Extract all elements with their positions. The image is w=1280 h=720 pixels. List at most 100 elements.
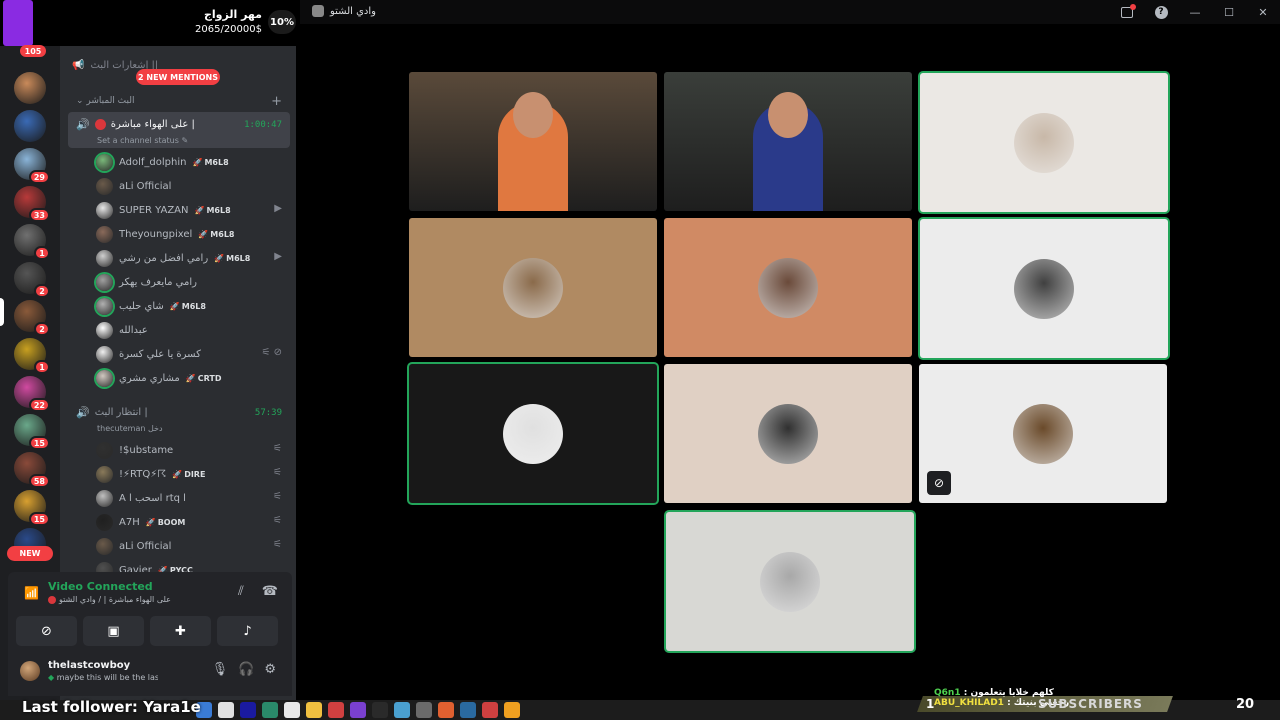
set-channel-status[interactable]: Set a channel status ✎	[97, 136, 188, 145]
voice-user[interactable]: Theyoungpixel 🚀 M6L8	[96, 224, 235, 244]
voice-user[interactable]: !⚡RTQ⚡☈ 🚀 DIRE	[96, 464, 205, 484]
avatar	[1014, 258, 1074, 319]
taskbar-terminal-icon[interactable]	[394, 702, 410, 718]
voice-user-name: Adolf_dolphin	[119, 156, 187, 168]
avatar[interactable]	[20, 661, 40, 681]
role-tag-text: BOOM	[157, 517, 186, 527]
user-controls: 🎙 🎧 ⚙	[212, 662, 276, 677]
taskbar-folder-icon[interactable]	[306, 702, 322, 718]
video-tile-avatar[interactable]	[409, 218, 657, 357]
activities-button[interactable]: ✚	[150, 616, 211, 646]
video-tile-camera[interactable]	[664, 72, 912, 211]
new-unread-pill[interactable]: NEW	[7, 546, 53, 561]
taskbar-app2-icon[interactable]	[460, 702, 476, 718]
server-icon-3[interactable]: 33	[14, 186, 50, 222]
voice-user[interactable]: مشاري مشري 🚀 CRTD	[96, 368, 222, 388]
server-icon-6[interactable]: 2	[14, 300, 50, 336]
role-tag: 🚀 M6L8	[214, 254, 250, 263]
server-icon-10[interactable]: 58	[14, 452, 50, 488]
new-mentions-pill[interactable]: 2 NEW MENTIONS	[136, 69, 220, 85]
taskbar-chrome-icon[interactable]	[284, 702, 300, 718]
voice-user-name: aLi Official	[119, 180, 172, 192]
video-tile-avatar[interactable]	[666, 512, 914, 651]
voice-user[interactable]: عبدالله	[96, 320, 148, 340]
voice-user[interactable]: Adolf_dolphin 🚀 M6L8	[96, 152, 229, 172]
role-icon: 🚀	[145, 517, 156, 527]
server-icon-11[interactable]: 15	[14, 490, 50, 526]
disconnect-icon[interactable]: ☎	[262, 584, 278, 599]
category-header[interactable]: ⌄ البث المباشر	[76, 96, 134, 106]
server-icon-4[interactable]: 1	[14, 224, 50, 260]
headphones-icon[interactable]: 🎧	[238, 662, 254, 677]
add-channel-button[interactable]: +	[271, 94, 282, 109]
taskbar-steam-icon[interactable]	[372, 702, 388, 718]
taskbar-brave-icon[interactable]	[328, 702, 344, 718]
taskbar-app-icon[interactable]	[416, 702, 432, 718]
taskbar-files-icon[interactable]	[218, 702, 234, 718]
avatar	[96, 369, 113, 387]
waiting-channel-header[interactable]: 🔊 انتظار البث |	[76, 406, 148, 419]
settings-gear-icon[interactable]: ⚙	[264, 662, 276, 677]
screen-share-button[interactable]: ▣	[83, 616, 144, 646]
taskbar-discord-icon[interactable]	[504, 702, 520, 718]
voice-user[interactable]: كسرة يا علي كسرة	[96, 344, 201, 364]
voice-user[interactable]: شاي حليب 🚀 M6L8	[96, 296, 206, 316]
server-icon-2[interactable]: 29	[14, 148, 50, 184]
voice-user-name: aLi Official	[119, 540, 172, 552]
server-icon-0[interactable]	[14, 72, 46, 104]
video-tile-avatar[interactable]	[920, 73, 1168, 212]
server-icon-8[interactable]: 22	[14, 376, 50, 412]
microphone-icon[interactable]: 🎙	[212, 662, 229, 677]
video-tile-avatar[interactable]: ⊘	[919, 364, 1167, 503]
video-tile-avatar[interactable]	[664, 218, 912, 357]
server-unread-badge: 2	[34, 284, 50, 298]
server-icon-7[interactable]: 1	[14, 338, 50, 374]
taskbar-obs-icon[interactable]	[350, 702, 366, 718]
camera-off-button[interactable]: ⊘	[16, 616, 77, 646]
screen-share-icon: ▣	[107, 623, 120, 639]
server-unread-badge: 15	[28, 436, 50, 450]
avatar	[96, 153, 113, 171]
soundboard-button[interactable]: ♪	[217, 616, 278, 646]
video-tile-avatar[interactable]	[409, 364, 657, 503]
voice-user[interactable]: aLi Official	[96, 536, 171, 556]
voice-user-name: كسرة يا علي كسرة	[119, 348, 201, 360]
avatar	[758, 257, 818, 318]
role-tag: 🚀 DIRE	[172, 470, 205, 479]
voice-user[interactable]: !$ubstame	[96, 440, 173, 460]
camera-off-icon: ⊘	[41, 623, 52, 639]
signal-icon[interactable]: 📶	[24, 586, 39, 600]
taskbar-youtube-icon[interactable]	[482, 702, 498, 718]
window-title: وادي الشتو	[312, 5, 376, 17]
donation-percent: 10%	[268, 10, 296, 34]
help-button[interactable]: ?	[1144, 0, 1178, 24]
video-tile-avatar[interactable]	[920, 219, 1168, 358]
role-icon: 🚀	[198, 229, 209, 239]
speaker-icon: 🔊	[76, 118, 90, 131]
avatar	[96, 225, 113, 243]
video-tile-camera[interactable]	[409, 72, 657, 211]
voice-user[interactable]: A7H 🚀 BOOM	[96, 512, 185, 532]
close-button[interactable]: ✕	[1246, 0, 1280, 24]
maximize-button[interactable]: ☐	[1212, 0, 1246, 24]
voice-user[interactable]: A l اسحب rtq l	[96, 488, 186, 508]
inbox-button[interactable]	[1110, 0, 1144, 24]
voice-user[interactable]: SUPER YAZAN 🚀 M6L8	[96, 200, 231, 220]
video-tile-avatar[interactable]	[664, 364, 912, 503]
record-dot-icon	[94, 119, 106, 130]
taskbar-premiere-icon[interactable]	[240, 702, 256, 718]
noise-suppression-icon[interactable]: ⫽	[238, 584, 244, 599]
voice-user[interactable]: aLi Official	[96, 176, 171, 196]
taskbar-firefox-icon[interactable]	[438, 702, 454, 718]
server-icon-1[interactable]	[14, 110, 46, 142]
role-icon: 🚀	[172, 469, 183, 479]
role-icon: 🚀	[169, 301, 180, 311]
taskbar-whatsapp-icon[interactable]	[262, 702, 278, 718]
voice-user[interactable]: رامي افضل من رشي 🚀 M6L8	[96, 248, 250, 268]
voice-user-status-icon: ⚟	[273, 515, 282, 526]
server-icon-9[interactable]: 15	[14, 414, 50, 450]
server-icon-5[interactable]: 2	[14, 262, 50, 298]
minimize-button[interactable]: —	[1178, 0, 1212, 24]
avatar	[1013, 403, 1073, 464]
voice-user[interactable]: رامي مايعرف يهكر	[96, 272, 197, 292]
